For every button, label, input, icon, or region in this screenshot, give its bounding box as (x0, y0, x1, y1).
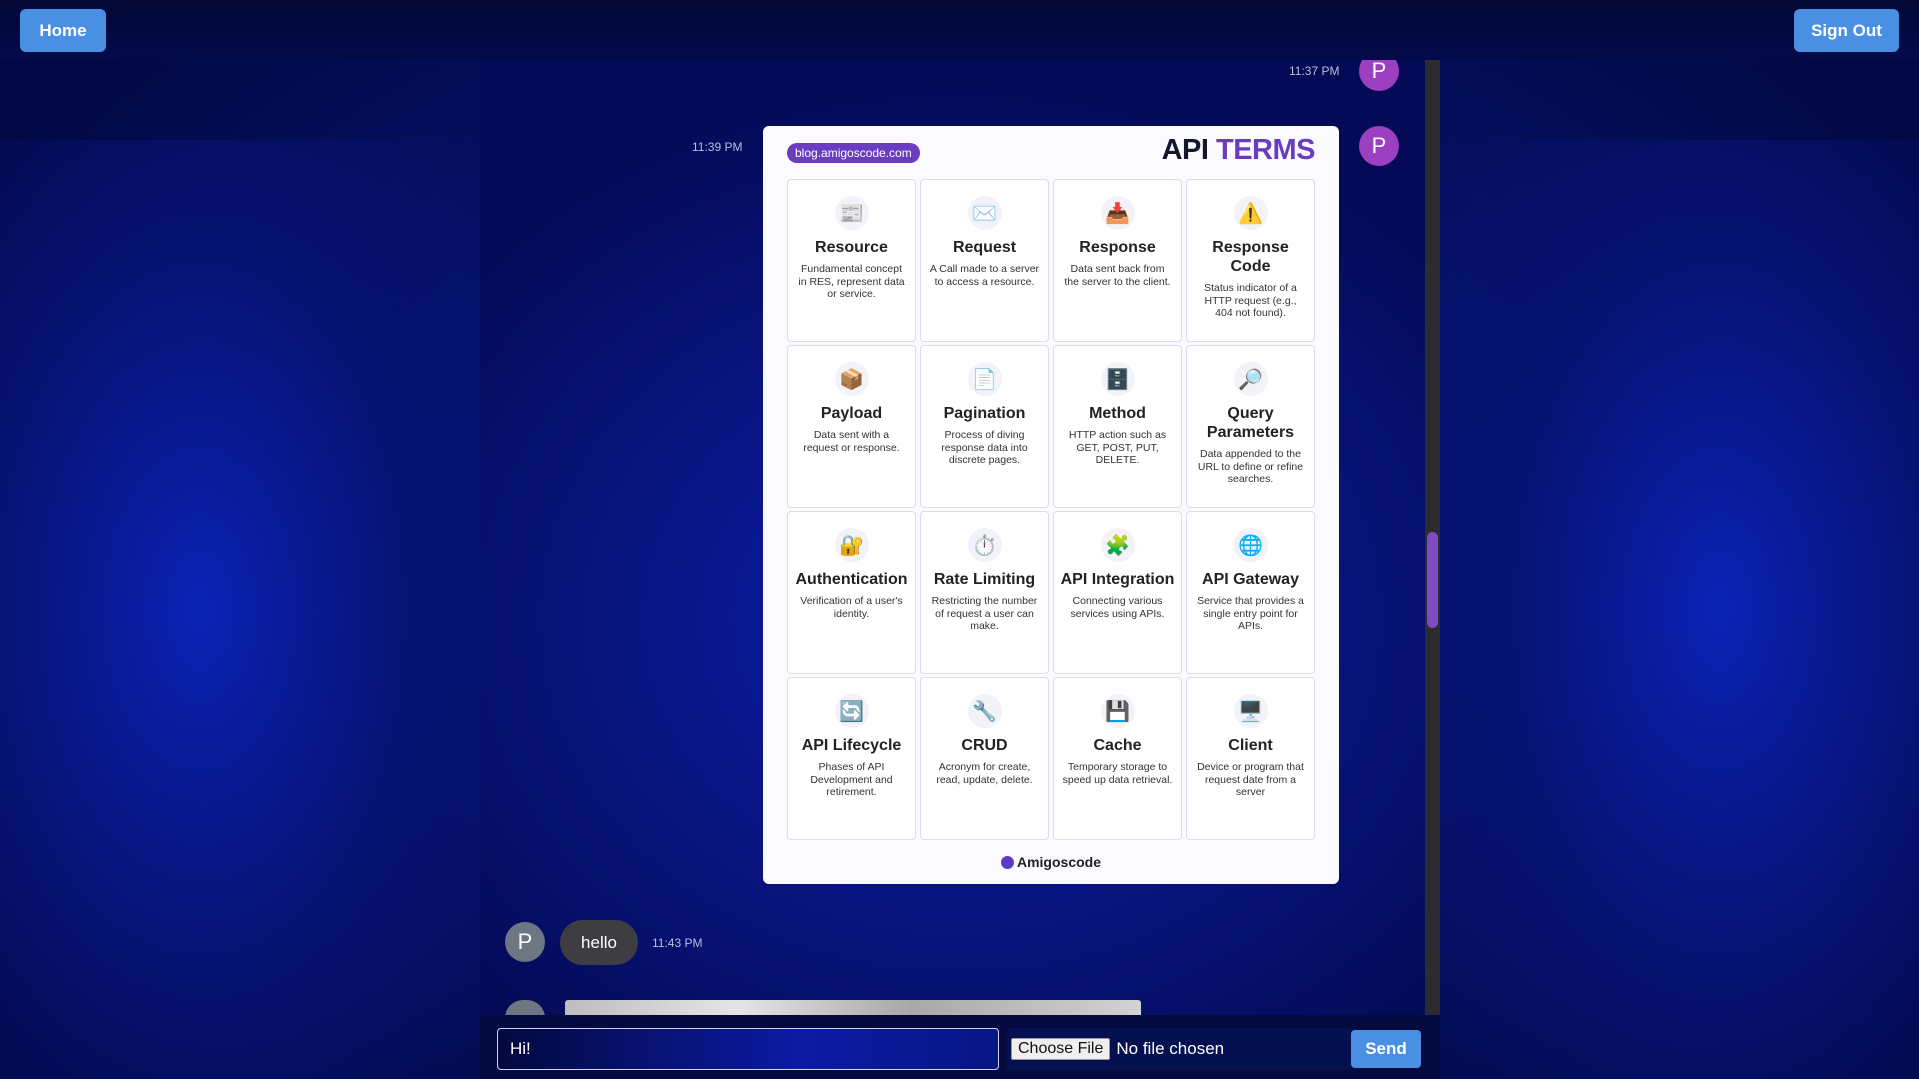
term-card: 🔄 API Lifecycle Phases of API Development … (787, 677, 916, 840)
term-card: 💾 Cache Temporary storage to speed up data… (1053, 677, 1182, 840)
term-description: Data appended to the URL to define or re… (1197, 448, 1304, 485)
term-card: 🔎 Query Parameters Data appended to the UR… (1186, 345, 1315, 508)
term-name: Pagination (943, 405, 1026, 422)
term-icon: 🖥️ (1233, 694, 1268, 728)
file-input[interactable]: Choose File No file chosen (1007, 1028, 1351, 1070)
term-card: ⏱️ Rate Limiting Restricting the number of… (920, 511, 1049, 674)
term-name: Rate Limiting (933, 571, 1036, 588)
term-card: 📰 Resource Fundamental concept in RES, rep… (787, 179, 916, 342)
term-description: Acronym for create, read, update, delete… (936, 761, 1033, 786)
term-name: Response Code (1212, 239, 1289, 275)
choose-file-button[interactable]: Choose File (1011, 1038, 1111, 1060)
term-description: Service that provides a single entry poi… (1197, 595, 1304, 632)
amigoscode-logo-icon (1000, 856, 1014, 869)
term-description: Temporary storage to speed up data retri… (1062, 761, 1173, 786)
top-navbar: Home Sign Out (0, 0, 1919, 60)
title-accent: TERMS (1216, 134, 1316, 166)
term-card: ✉️ Request A Call made to a server to acce… (920, 179, 1049, 342)
term-icon: 🔧 (967, 694, 1002, 728)
term-description: Status indicator of a HTTP request (e.g.… (1204, 282, 1297, 319)
message-timestamp: 11:37 PM (1289, 64, 1340, 78)
term-card: 📦 Payload Data sent with a request or resp… (787, 345, 916, 508)
term-name: Cache (1093, 737, 1142, 754)
background-glow-left (0, 140, 480, 1079)
term-description: Process of diving response data into dis… (941, 429, 1028, 466)
term-icon: 🌐 (1233, 528, 1268, 562)
term-icon: 🧩 (1100, 528, 1135, 562)
term-card: 📄 Pagination Process of diving response da… (920, 345, 1049, 508)
term-card: 🌐 API Gateway Service that provides a sing… (1186, 511, 1315, 674)
background-glow-right (1439, 140, 1919, 1079)
message-timestamp: 11:39 PM (692, 140, 743, 154)
term-name: Response (1079, 239, 1156, 256)
term-icon: 📰 (834, 196, 869, 230)
term-description: Connecting various services using APIs. (1070, 595, 1165, 620)
term-icon: 📄 (967, 362, 1002, 396)
term-name: Client (1228, 737, 1273, 754)
term-name: Query Parameters (1206, 405, 1295, 441)
term-name: API Integration (1060, 571, 1175, 588)
term-card: 🗄️ Method HTTP action such as GET, POST, P… (1053, 345, 1182, 508)
terms-grid: 📰 Resource Fundamental concept in RES, rep… (787, 179, 1315, 840)
brand-footer: Amigoscode (763, 854, 1339, 870)
api-terms-image[interactable]: blog.amigoscode.com API TERMS 📰 Resource F… (763, 126, 1339, 884)
api-terms-title: API TERMS (1161, 134, 1316, 167)
term-icon: ✉️ (967, 196, 1002, 230)
term-name: Request (952, 239, 1017, 256)
term-icon: 📥 (1100, 196, 1135, 230)
term-card: 🔧 CRUD Acronym for create, read, update, d… (920, 677, 1049, 840)
term-icon: 🔐 (834, 528, 869, 562)
source-url-badge: blog.amigoscode.com (787, 143, 920, 163)
message-bubble: hello (560, 920, 638, 965)
term-description: Restricting the number of request a user… (931, 595, 1038, 632)
term-card: 🧩 API Integration Connecting various servi… (1053, 511, 1182, 674)
title-main: API (1161, 134, 1216, 166)
term-description: Device or program that request date from… (1197, 761, 1304, 798)
term-icon: ⏱️ (967, 528, 1002, 562)
term-card: ⚠️ Response Code Status indicator of a HTT… (1186, 179, 1315, 342)
term-name: API Lifecycle (801, 737, 902, 754)
term-icon: 🔎 (1233, 362, 1268, 396)
term-name: Payload (820, 405, 883, 422)
term-name: CRUD (961, 737, 1008, 754)
term-name: Method (1089, 405, 1146, 422)
term-icon: 💾 (1100, 694, 1135, 728)
sign-out-button[interactable]: Sign Out (1794, 9, 1899, 52)
term-description: A Call made to a server to access a reso… (929, 263, 1040, 288)
term-description: Fundamental concept in RES, represent da… (798, 263, 905, 300)
chat-scrollbar-thumb[interactable] (1427, 532, 1438, 628)
term-icon: 🔄 (834, 694, 869, 728)
term-icon: 📦 (834, 362, 869, 396)
term-description: Data sent back from the server to the cl… (1064, 263, 1171, 288)
term-description: HTTP action such as GET, POST, PUT, DELE… (1068, 429, 1167, 466)
avatar: P (1359, 126, 1399, 166)
file-status-text: No file chosen (1116, 1039, 1225, 1058)
term-card: 🔐 Authentication Verification of a user's … (787, 511, 916, 674)
term-name: Resource (815, 239, 888, 256)
message-input[interactable]: Hi! (497, 1028, 999, 1070)
term-card: 🖥️ Client Device or program that request d… (1186, 677, 1315, 840)
home-button[interactable]: Home (20, 9, 106, 52)
term-description: Phases of API Development and retirement… (810, 761, 893, 798)
term-card: 📥 Response Data sent back from the server … (1053, 179, 1182, 342)
brand-name: Amigoscode (1016, 854, 1101, 870)
term-icon: ⚠️ (1233, 196, 1268, 230)
term-icon: 🗄️ (1100, 362, 1135, 396)
term-name: Authentication (795, 571, 908, 588)
message-timestamp: 11:43 PM (652, 936, 703, 950)
term-description: Verification of a user's identity. (800, 595, 903, 620)
term-name: API Gateway (1202, 571, 1299, 588)
term-description: Data sent with a request or response. (803, 429, 900, 454)
avatar: P (505, 922, 545, 962)
send-button[interactable]: Send (1351, 1030, 1421, 1068)
